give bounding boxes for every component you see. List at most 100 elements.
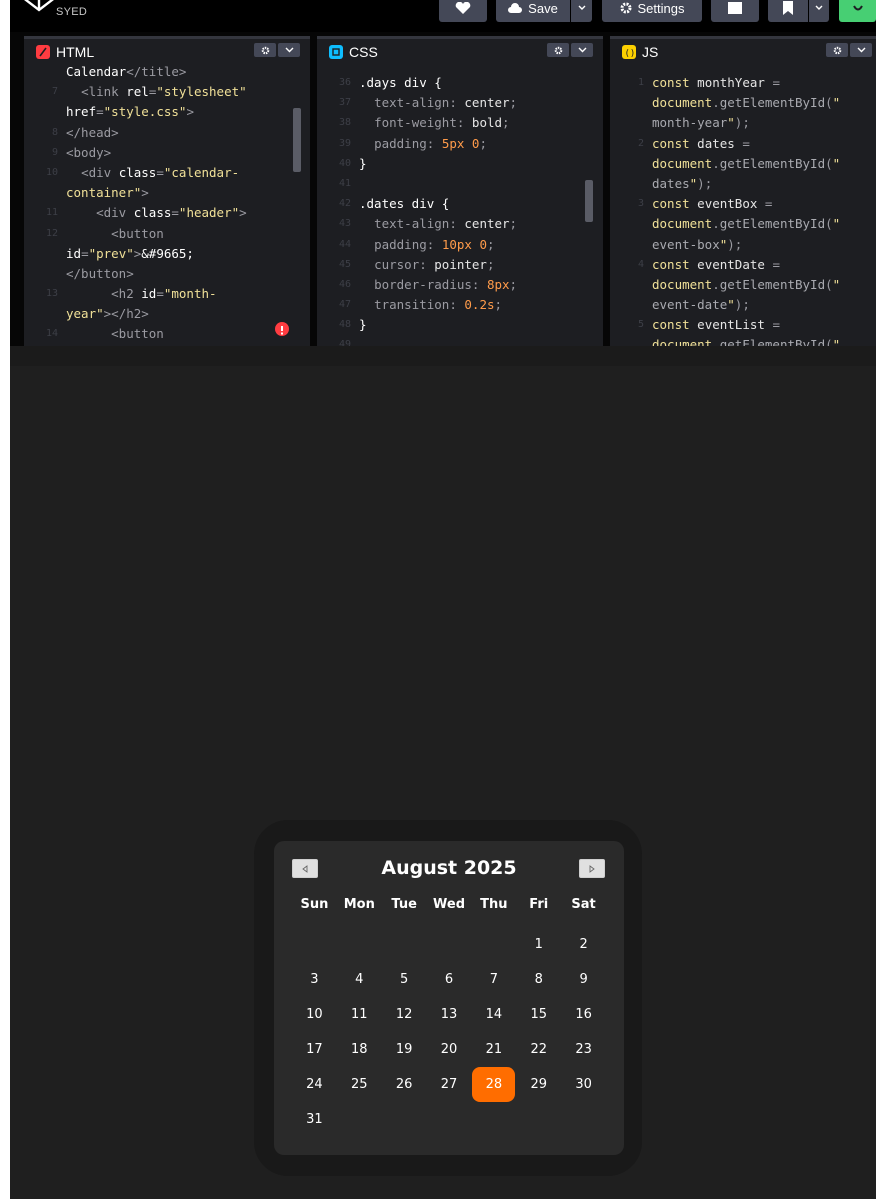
code-line[interactable]: 42 .dates div { [317, 194, 603, 214]
month-year-heading: August 2025 [381, 857, 517, 879]
code-line[interactable]: 9 <body> [24, 143, 310, 163]
username[interactable]: SYED [56, 6, 87, 18]
date-cell[interactable]: 8 [517, 962, 560, 997]
date-cell[interactable]: 3 [293, 962, 336, 997]
user-avatar-button[interactable] [839, 0, 876, 22]
css-scrollbar[interactable] [585, 180, 593, 222]
html-code-editor[interactable]: Calendar</title> 7 <link rel="stylesheet"… [24, 62, 310, 346]
code-line[interactable]: 43 text-align: center; [317, 214, 603, 234]
code-line[interactable]: document.getElementById(" [610, 275, 876, 295]
code-line[interactable]: document.getElementById(" [610, 154, 876, 174]
code-line[interactable]: 39 padding: 5px 0; [317, 134, 603, 154]
code-line[interactable]: 37 text-align: center; [317, 93, 603, 113]
code-line[interactable]: 36 .days div { [317, 73, 603, 93]
date-cell[interactable]: 18 [338, 1032, 381, 1067]
date-cell[interactable]: 23 [562, 1032, 605, 1067]
code-line[interactable]: document.getElementById(" [610, 335, 876, 346]
next-month-button[interactable] [579, 859, 605, 878]
code-line[interactable]: 41 [317, 174, 603, 194]
code-line[interactable]: 40} [317, 154, 603, 174]
settings-button[interactable]: Settings [602, 0, 702, 22]
code-line[interactable]: document.getElementById(" [610, 214, 876, 234]
date-cell[interactable]: 19 [383, 1032, 426, 1067]
error-icon[interactable] [275, 322, 289, 336]
date-cell[interactable]: 27 [428, 1067, 471, 1102]
code-line[interactable]: 11 <div class="header"> [24, 203, 310, 223]
date-cell[interactable]: 11 [338, 997, 381, 1032]
code-line[interactable]: 44 padding: 10px 0; [317, 235, 603, 255]
code-line[interactable]: dates"); [610, 174, 876, 194]
date-cell[interactable]: 21 [472, 1032, 515, 1067]
date-cell[interactable]: 1 [517, 927, 560, 962]
date-cell[interactable]: 26 [383, 1067, 426, 1102]
css-collapse-button[interactable] [571, 43, 593, 57]
date-cell[interactable]: 14 [472, 997, 515, 1032]
css-code-editor[interactable]: 36 .days div {37 text-align: center; 38 fo… [317, 73, 603, 346]
date-cell[interactable]: 7 [472, 962, 515, 997]
code-line[interactable]: 49 [317, 335, 603, 346]
code-text: document.getElementById(" [652, 95, 841, 111]
date-cell[interactable]: 2 [562, 927, 605, 962]
code-line[interactable]: 8 </head> [24, 123, 310, 143]
code-line[interactable]: document.getElementById(" [610, 93, 876, 113]
code-line[interactable]: event-box"); [610, 235, 876, 255]
bookmark-button[interactable] [768, 0, 808, 22]
code-line[interactable]: 13 <h2 id="month- [24, 284, 310, 304]
date-cell[interactable]: 31 [293, 1102, 336, 1137]
html-scrollbar[interactable] [293, 108, 301, 172]
date-cell-today[interactable]: 28 [472, 1067, 516, 1102]
code-line[interactable]: 4 const eventDate = [610, 255, 876, 275]
codepen-logo-icon[interactable] [24, 0, 54, 14]
js-collapse-button[interactable] [850, 43, 872, 57]
code-text: const eventBox = [652, 196, 773, 212]
save-options-dropdown[interactable] [571, 0, 592, 22]
result-resize-strip[interactable] [10, 346, 876, 366]
bookmark-options-dropdown[interactable] [809, 0, 829, 22]
code-line[interactable]: 12 <button [24, 224, 310, 244]
code-line[interactable]: 38 font-weight: bold; [317, 113, 603, 133]
css-settings-button[interactable] [547, 43, 569, 57]
code-line[interactable]: href="style.css"> [24, 102, 310, 122]
code-line[interactable]: 2 const dates = [610, 134, 876, 154]
code-line[interactable]: 46 border-radius: 8px; [317, 275, 603, 295]
date-cell[interactable]: 16 [562, 997, 605, 1032]
code-line[interactable]: id="prev">&#9665; [24, 244, 310, 264]
code-line[interactable]: event-date"); [610, 295, 876, 315]
save-button[interactable]: Save [496, 0, 570, 22]
date-cell[interactable]: 9 [562, 962, 605, 997]
layout-button[interactable] [711, 0, 759, 22]
code-line[interactable]: 7 <link rel="stylesheet" [24, 82, 310, 102]
date-cell[interactable]: 13 [428, 997, 471, 1032]
code-line[interactable]: 3 const eventBox = [610, 194, 876, 214]
code-line[interactable]: Calendar</title> [24, 62, 310, 82]
code-line[interactable]: 10 <div class="calendar- [24, 163, 310, 183]
date-cell[interactable]: 5 [383, 962, 426, 997]
code-line[interactable]: 1 const monthYear = [610, 73, 876, 93]
date-cell[interactable]: 15 [517, 997, 560, 1032]
date-cell[interactable]: 20 [428, 1032, 471, 1067]
code-line[interactable]: </button> [24, 264, 310, 284]
html-collapse-button[interactable] [278, 43, 300, 57]
love-button[interactable] [439, 0, 487, 22]
js-code-editor[interactable]: 1 const monthYear = document.getElementByI… [610, 73, 876, 346]
date-cell[interactable]: 17 [293, 1032, 336, 1067]
code-line[interactable]: year"></h2> [24, 304, 310, 324]
date-cell[interactable]: 12 [383, 997, 426, 1032]
date-cell[interactable]: 22 [517, 1032, 560, 1067]
date-cell[interactable]: 25 [338, 1067, 381, 1102]
code-line[interactable]: 45 cursor: pointer; [317, 255, 603, 275]
date-cell[interactable]: 30 [562, 1067, 605, 1102]
date-cell[interactable]: 10 [293, 997, 336, 1032]
code-line[interactable]: container"> [24, 183, 310, 203]
date-cell[interactable]: 6 [428, 962, 471, 997]
code-line[interactable]: 47 transition: 0.2s; [317, 295, 603, 315]
date-cell[interactable]: 24 [293, 1067, 336, 1102]
date-cell[interactable]: 29 [517, 1067, 560, 1102]
js-settings-button[interactable] [826, 43, 848, 57]
code-line[interactable]: 48} [317, 315, 603, 335]
code-line[interactable]: 5 const eventList = [610, 315, 876, 335]
code-line[interactable]: month-year"); [610, 113, 876, 133]
date-cell[interactable]: 4 [338, 962, 381, 997]
code-line[interactable]: 14 <button [24, 324, 310, 344]
html-settings-button[interactable] [254, 43, 276, 57]
